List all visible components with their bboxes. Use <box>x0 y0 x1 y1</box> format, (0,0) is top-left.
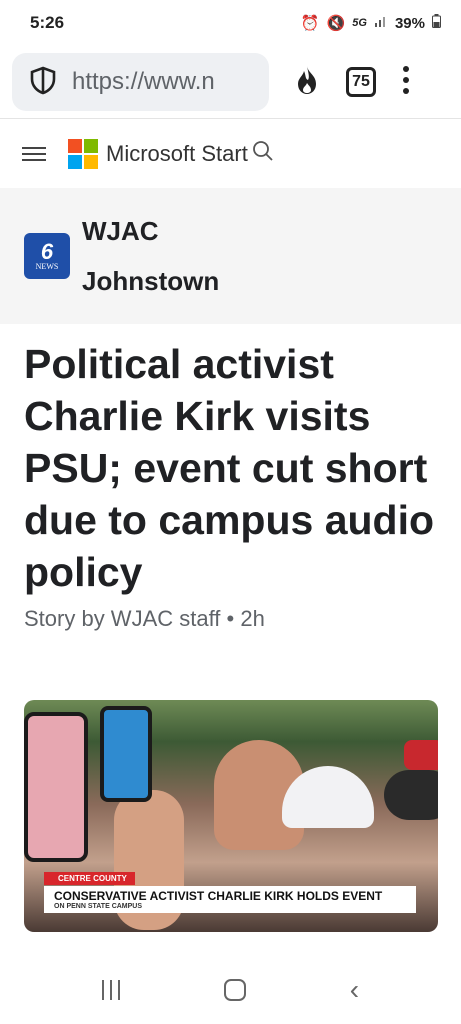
publisher-name-line2: Johnstown <box>82 266 220 296</box>
dark-cap <box>384 770 438 820</box>
publisher-name[interactable]: WJAC Johnstown <box>82 206 219 306</box>
status-icons: ⏰ 🔇 5G 39% <box>301 14 441 32</box>
hamburger-menu-icon[interactable] <box>22 146 46 161</box>
recent-apps-icon[interactable] <box>101 980 120 1000</box>
search-icon[interactable] <box>252 140 274 167</box>
tab-switcher-icon[interactable]: 75 <box>346 67 376 97</box>
lower-third-tag: CENTRE COUNTY <box>44 872 135 885</box>
microsoft-logo-icon[interactable] <box>68 138 98 169</box>
network-type: 5G <box>352 17 367 29</box>
publisher-banner[interactable]: 6 NEWS WJAC Johnstown <box>0 188 461 324</box>
publisher-logo-number: 6 <box>40 238 54 264</box>
signal-icon <box>374 14 388 32</box>
article-byline: Story by WJAC staff • 2h <box>24 606 265 631</box>
menu-dots-icon[interactable] <box>402 65 410 100</box>
hero-image[interactable]: CENTRE COUNTY CONSERVATIVE ACTIVIST CHAR… <box>24 700 438 932</box>
shield-icon[interactable] <box>28 65 58 100</box>
lower-third-headline: CONSERVATIVE ACTIVIST CHARLIE KIRK HOLDS… <box>44 886 416 903</box>
red-hat <box>404 740 438 770</box>
article: Political activist Charlie Kirk visits P… <box>24 324 444 632</box>
toolbar-actions: 75 <box>294 64 410 101</box>
browser-toolbar: https://www.n 75 <box>0 46 461 118</box>
battery-icon <box>432 14 441 32</box>
mute-icon: 🔇 <box>326 15 346 32</box>
clock: 5:26 <box>30 13 65 32</box>
publisher-name-line1: WJAC <box>82 216 159 246</box>
news-lower-third: CENTRE COUNTY CONSERVATIVE ACTIVIST CHAR… <box>44 868 438 913</box>
battery-level: 39% <box>394 14 425 32</box>
phone-raised <box>100 706 152 802</box>
flame-icon[interactable] <box>294 64 320 101</box>
system-nav-bar: ‹ <box>0 956 461 1024</box>
home-icon[interactable] <box>223 979 246 1001</box>
publisher-logo-text: NEWS <box>35 261 59 271</box>
site-header: Microsoft Start <box>0 118 461 188</box>
alarm-icon: ⏰ <box>300 15 320 32</box>
status-bar: 5:26 ⏰ 🔇 5G 39% <box>0 0 461 46</box>
phone-left <box>24 712 88 862</box>
site-brand[interactable]: Microsoft Start <box>106 141 248 167</box>
lower-third-subheadline: ON PENN STATE CAMPUS <box>44 903 416 913</box>
url-text[interactable]: https://www.n <box>72 68 215 96</box>
address-bar[interactable]: https://www.n <box>12 53 269 111</box>
article-headline: Political activist Charlie Kirk visits P… <box>24 341 435 595</box>
publisher-logo[interactable]: 6 NEWS <box>24 233 70 279</box>
back-icon[interactable]: ‹ <box>350 976 359 1004</box>
